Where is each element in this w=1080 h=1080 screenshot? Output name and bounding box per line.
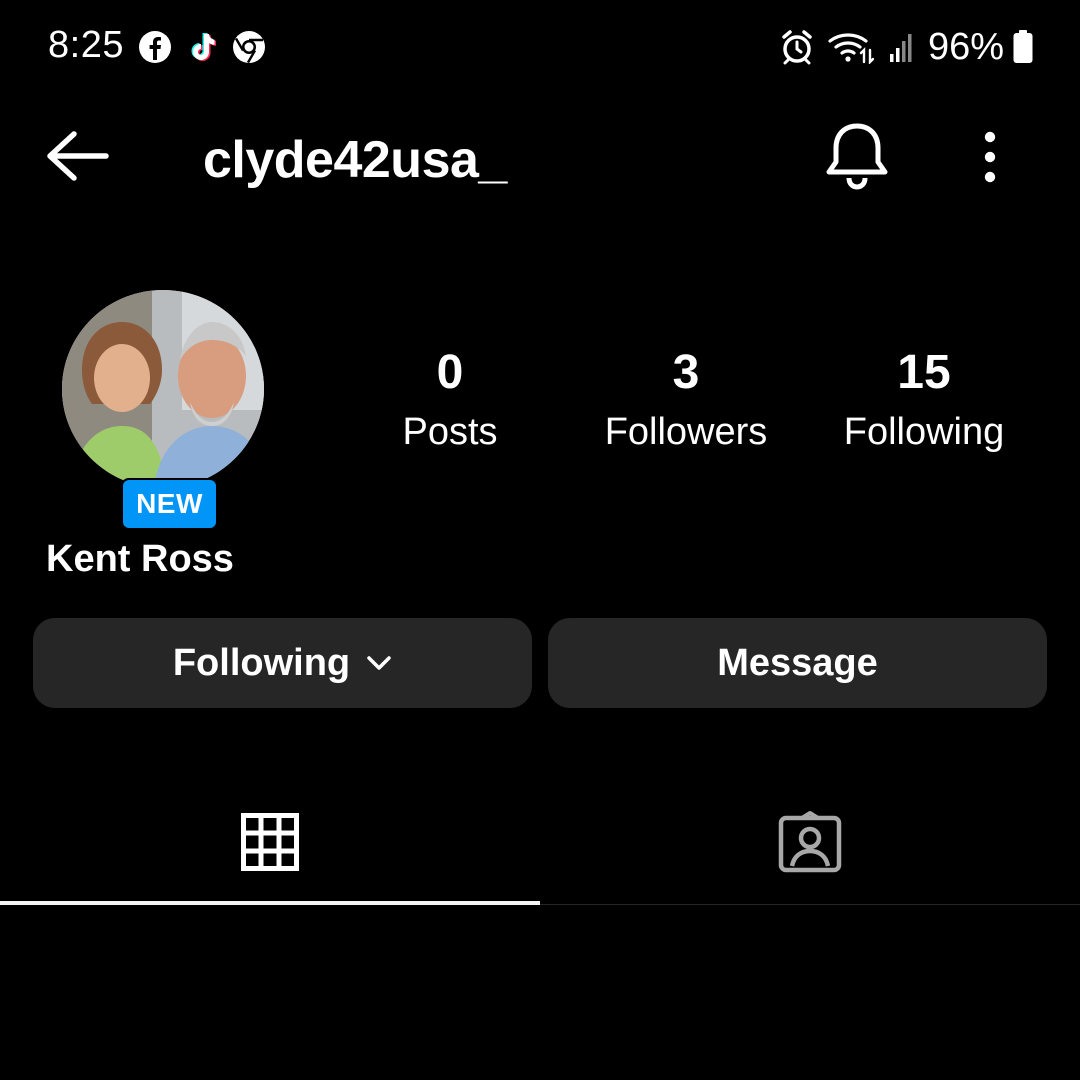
tiktok-icon [191,33,216,61]
active-tab-indicator [0,901,540,905]
message-button[interactable]: Message [548,618,1047,708]
top-nav: clyde42usa_ [0,110,1080,202]
battery-percentage: 96% [927,25,1004,68]
profile-photo [62,290,264,488]
status-bar: 8:25 96% [0,0,1080,92]
tab-divider [540,904,1080,905]
following-button[interactable]: Following [33,618,532,708]
following-count: 15 [897,346,951,399]
back-button[interactable] [40,124,120,188]
new-badge: NEW [121,478,218,530]
posts-count: 0 [436,346,464,399]
followers-stat[interactable]: 3 Followers [566,345,806,457]
avatar[interactable] [62,290,264,488]
battery-icon [1013,30,1033,63]
message-button-label: Message [717,641,878,684]
alarm-icon [782,30,812,65]
facebook-icon [139,31,171,63]
chevron-down-icon [367,656,391,670]
grid-icon [241,813,299,871]
status-time: 8:25 [48,24,124,66]
following-stat[interactable]: 15 Following [804,345,1044,457]
notifications-button[interactable] [822,118,892,198]
profile-screen: 8:25 96% clyde42usa_ NEW Kent Ross 0 Pos… [0,0,1080,1080]
profile-tabs [0,780,1080,906]
tab-posts-grid[interactable] [0,780,540,904]
followers-label: Followers [604,411,768,453]
followers-count: 3 [672,346,700,399]
following-button-label: Following [172,641,351,684]
display-name: Kent Ross [46,538,234,580]
bell-icon [826,123,888,190]
posts-stat[interactable]: 0 Posts [330,345,570,457]
more-vertical-icon [984,131,996,183]
profile-username: clyde42usa_ [203,131,507,189]
arrow-left-icon [47,131,109,181]
signal-icon [889,34,912,62]
following-label: Following [843,411,1005,453]
posts-label: Posts [402,411,498,453]
status-right: 96% [766,24,1034,70]
tagged-icon [778,811,842,873]
wifi-icon [828,33,874,64]
more-options-button[interactable] [968,122,1012,196]
tab-tagged[interactable] [540,780,1080,904]
chrome-icon [233,31,265,64]
